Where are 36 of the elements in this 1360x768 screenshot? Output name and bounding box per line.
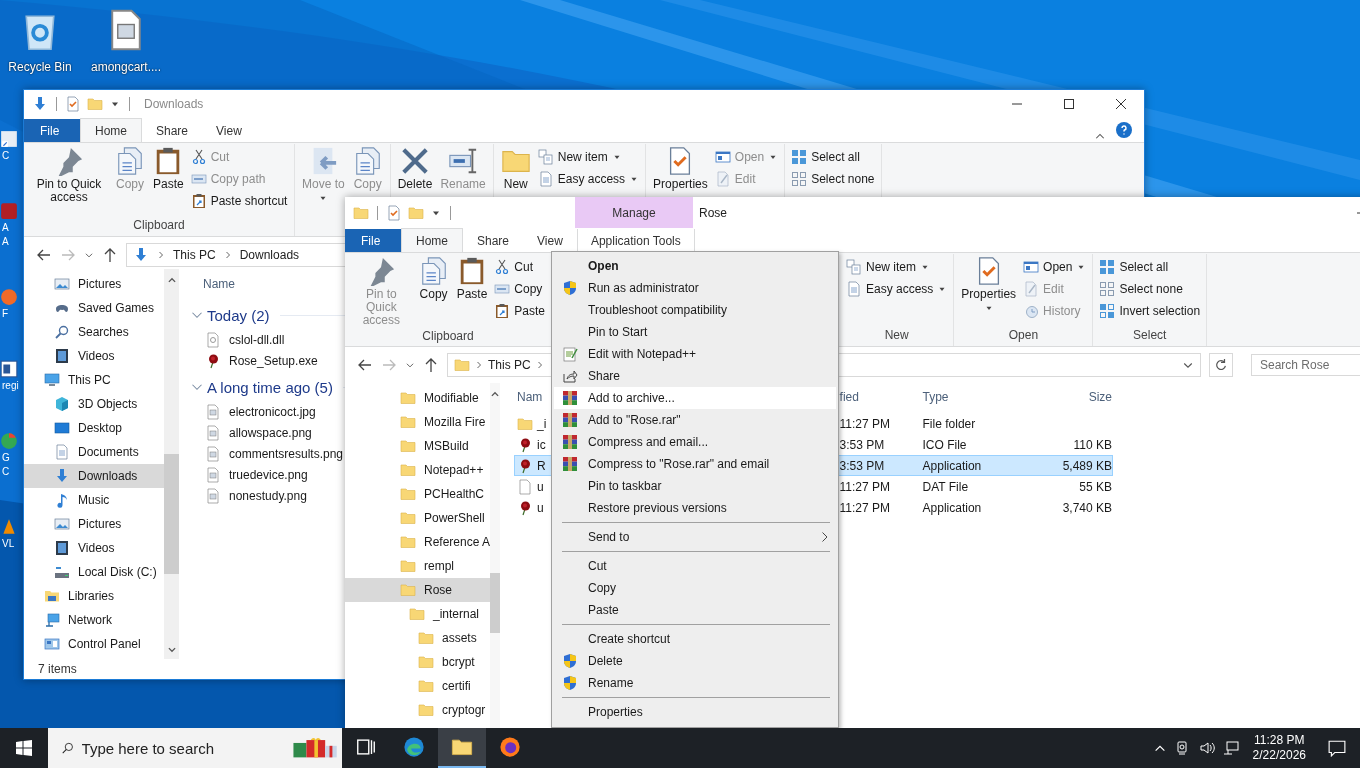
table-cell-text: DAT File <box>921 479 970 494</box>
table-cell: R <box>515 457 549 474</box>
table-cell-text: 11:27 PM <box>839 479 892 494</box>
window-title: Rose <box>699 205 727 220</box>
table-cell-text: 11:27 PM <box>839 416 892 431</box>
desktop-icon-label: A <box>1 221 9 234</box>
desktop-icon-label: G <box>1 451 10 464</box>
desktop-icon-label: F <box>1 307 9 320</box>
group-label: Clipboard <box>132 218 186 234</box>
table-cell-text: Application <box>921 458 983 473</box>
table-cell: 5,489 KB <box>1062 458 1112 473</box>
window-title: Downloads <box>144 97 204 111</box>
desktop-icon-label: C <box>1 149 10 162</box>
status-text: 7 items <box>38 662 77 676</box>
group-label: Open <box>1007 328 1040 344</box>
table-cell: 3,740 KB <box>1062 500 1112 515</box>
table-cell: ic <box>515 436 549 453</box>
table-cell: 55 KB <box>1079 479 1112 494</box>
group-label: Select <box>1132 328 1168 344</box>
table-cell-text: File folder <box>921 416 977 431</box>
table-cell: 110 KB <box>1073 437 1112 452</box>
table-cell: _i <box>515 415 549 432</box>
desktop-icon-label: VL <box>1 537 15 550</box>
desktop-icon-label: A <box>1 235 9 248</box>
group-label: New <box>883 328 910 344</box>
desktop-icon-label: regi <box>1 379 19 392</box>
group-label: Clipboard <box>421 329 475 345</box>
table-cell-text: ICO File <box>921 437 968 452</box>
context-tab-header: Manage <box>575 197 693 228</box>
table-cell-text: 3:53 PM <box>839 458 886 473</box>
table-cell: u <box>515 499 549 516</box>
desktop-icon-label: C <box>1 465 10 478</box>
table-cell-text: 3:53 PM <box>839 437 886 452</box>
table-cell: u <box>515 478 549 495</box>
table-cell-text: Application <box>921 500 983 515</box>
table-cell-text: 11:27 PM <box>839 500 892 515</box>
